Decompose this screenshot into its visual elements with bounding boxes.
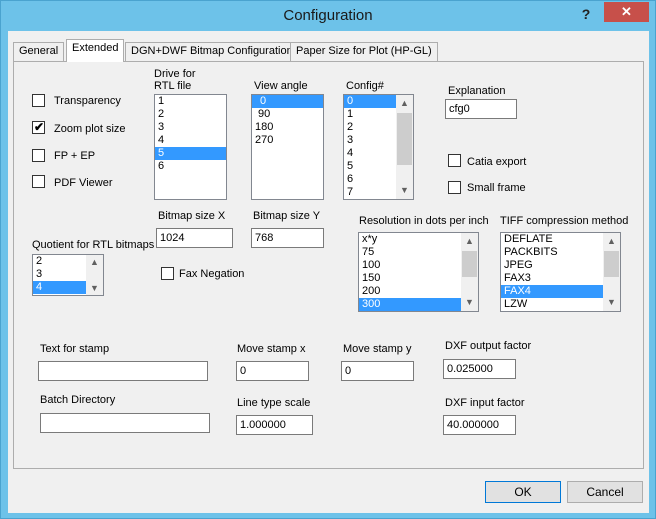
scroll-down-arrow-icon[interactable]: ▼ [603, 294, 620, 311]
scroll-up-arrow-icon[interactable]: ▲ [603, 233, 620, 250]
check-mark-icon: ✔ [34, 120, 45, 134]
close-button[interactable]: ✕ [604, 2, 649, 22]
list-item[interactable]: 1 [155, 95, 226, 108]
list-item[interactable]: 4 [155, 134, 226, 147]
quotient-listbox[interactable]: 2 3 4 ▲ ▼ [32, 254, 104, 296]
zoom-plot-size-label: Zoom plot size [54, 123, 126, 135]
drive-label-line2: RTL file [154, 80, 192, 92]
scroll-down-arrow-icon[interactable]: ▼ [461, 294, 478, 311]
tab-extended[interactable]: Extended [66, 39, 125, 62]
dxf-output-factor-field[interactable]: 0.025000 [443, 359, 516, 379]
tab-general[interactable]: General [13, 42, 65, 61]
fp-ep-label: FP + EP [54, 150, 96, 162]
bitmap-size-y-label: Bitmap size Y [253, 210, 321, 222]
list-item[interactable]: 180 [252, 121, 323, 134]
move-stamp-x-label: Move stamp x [237, 343, 306, 355]
list-item-selected[interactable]: 0 [252, 95, 323, 108]
small-frame-label: Small frame [467, 182, 526, 194]
scroll-thumb[interactable] [462, 251, 477, 277]
fp-ep-checkbox[interactable] [32, 149, 45, 162]
bitmap-size-y-field[interactable]: 768 [251, 228, 324, 248]
list-item[interactable]: 90 [252, 108, 323, 121]
tab-dgn-dwf-bitmap[interactable]: DGN+DWF Bitmap Configuration [125, 42, 299, 61]
text-for-stamp-label: Text for stamp [40, 343, 110, 355]
tiff-listbox[interactable]: DEFLATE PACKBITS JPEG FAX3 FAX4 LZW ▲ ▼ [500, 232, 621, 312]
move-stamp-x-field[interactable]: 0 [236, 361, 309, 381]
tiff-scrollbar[interactable]: ▲ ▼ [603, 233, 620, 311]
cancel-button[interactable]: Cancel [567, 481, 643, 503]
config-label: Config# [346, 80, 384, 92]
batch-directory-field[interactable] [40, 413, 210, 433]
resolution-listbox[interactable]: x*y 75 100 150 200 300 ▲ ▼ [358, 232, 479, 312]
list-item[interactable]: 2 [155, 108, 226, 121]
scroll-up-arrow-icon[interactable]: ▲ [86, 255, 103, 269]
pdf-viewer-label: PDF Viewer [54, 177, 113, 189]
tab-paper-size[interactable]: Paper Size for Plot (HP-GL) [290, 42, 438, 61]
resolution-scrollbar[interactable]: ▲ ▼ [461, 233, 478, 311]
dialog-client: General Extended DGN+DWF Bitmap Configur… [8, 31, 649, 513]
text-for-stamp-field[interactable] [38, 361, 208, 381]
fax-negation-checkbox[interactable] [161, 267, 174, 280]
scroll-thumb[interactable] [604, 251, 619, 277]
bitmap-size-x-label: Bitmap size X [158, 210, 226, 222]
pdf-viewer-checkbox[interactable] [32, 175, 45, 188]
scroll-thumb[interactable] [397, 113, 412, 165]
list-item-selected[interactable]: 5 [155, 147, 226, 160]
list-item[interactable]: 270 [252, 134, 323, 147]
quotient-scrollbar[interactable]: ▲ ▼ [86, 255, 103, 295]
scroll-down-arrow-icon[interactable]: ▼ [86, 281, 103, 295]
help-button[interactable]: ? [575, 4, 597, 24]
catia-export-label: Catia export [467, 156, 527, 168]
scroll-up-arrow-icon[interactable]: ▲ [396, 95, 413, 112]
view-angle-label: View angle [254, 80, 308, 92]
transparency-label: Transparency [54, 95, 121, 107]
small-frame-checkbox[interactable] [448, 181, 461, 194]
catia-export-checkbox[interactable] [448, 154, 461, 167]
zoom-plot-size-checkbox[interactable]: ✔ [32, 120, 45, 134]
drive-listbox[interactable]: 1 2 3 4 5 6 [154, 94, 227, 200]
move-stamp-y-label: Move stamp y [343, 343, 412, 355]
explanation-label: Explanation [448, 85, 506, 97]
ok-button[interactable]: OK [485, 481, 561, 503]
config-listbox[interactable]: 0 1 2 3 4 5 6 7 ▲ ▼ [343, 94, 414, 200]
line-type-scale-field[interactable]: 1.000000 [236, 415, 313, 435]
quotient-label: Quotient for RTL bitmaps [32, 239, 155, 251]
list-item-selected[interactable]: 4 [33, 281, 86, 294]
resolution-label: Resolution in dots per inch [359, 215, 489, 227]
title-bar[interactable]: Configuration ? ✕ [1, 1, 655, 31]
list-item-selected[interactable]: 0 [344, 95, 398, 108]
move-stamp-y-field[interactable]: 0 [341, 361, 414, 381]
list-item[interactable]: 6 [155, 160, 226, 173]
dxf-output-factor-label: DXF output factor [445, 340, 532, 352]
dxf-input-factor-label: DXF input factor [445, 397, 525, 409]
scroll-up-arrow-icon[interactable]: ▲ [461, 233, 478, 250]
configuration-window: Configuration ? ✕ General Extended DGN+D… [0, 0, 656, 519]
tiff-label: TIFF compression method [500, 215, 629, 227]
explanation-field[interactable]: cfg0 [445, 99, 517, 119]
extended-panel: Transparency ✔ Zoom plot size FP + EP PD… [13, 61, 644, 469]
config-scrollbar[interactable]: ▲ ▼ [396, 95, 413, 199]
dxf-input-factor-field[interactable]: 40.000000 [443, 415, 516, 435]
scroll-down-arrow-icon[interactable]: ▼ [396, 182, 413, 199]
line-type-scale-label: Line type scale [237, 397, 311, 409]
list-item[interactable]: 3 [155, 121, 226, 134]
fax-negation-label: Fax Negation [179, 268, 245, 280]
window-title: Configuration [283, 7, 373, 24]
view-angle-listbox[interactable]: 0 90 180 270 [251, 94, 324, 200]
transparency-checkbox[interactable] [32, 94, 45, 107]
bitmap-size-x-field[interactable]: 1024 [156, 228, 233, 248]
batch-directory-label: Batch Directory [40, 394, 116, 406]
